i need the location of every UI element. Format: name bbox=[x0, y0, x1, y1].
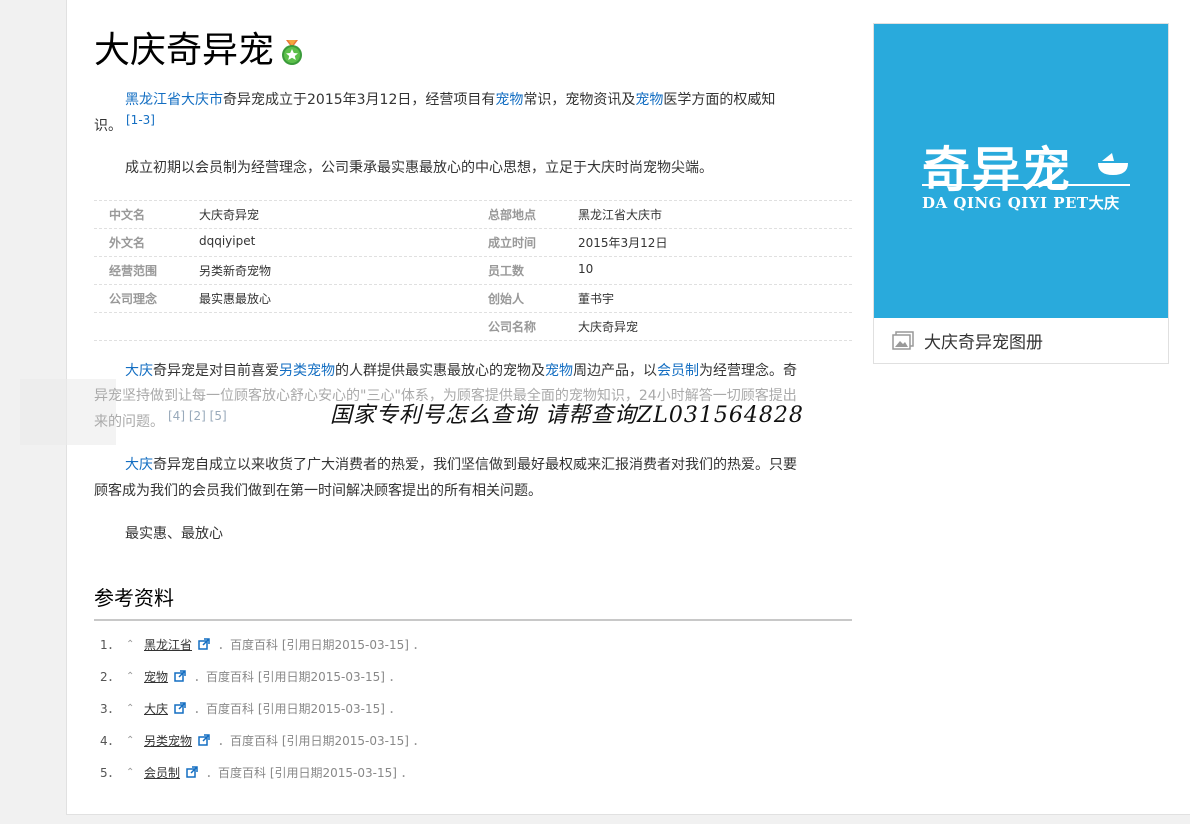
info-value: 最实惠最放心 bbox=[199, 292, 272, 306]
info-value: 董书宇 bbox=[578, 292, 615, 306]
reference-link[interactable]: 会员制 bbox=[144, 764, 180, 781]
info-key: 成立时间 bbox=[488, 236, 537, 250]
section-divider bbox=[94, 619, 852, 621]
info-key: 经营范围 bbox=[109, 264, 158, 278]
page-title: 大庆奇异宠 bbox=[94, 30, 275, 71]
link-daqing[interactable]: 大庆 bbox=[125, 363, 153, 379]
citation-5[interactable]: [5] bbox=[210, 409, 227, 423]
reference-item: 2． ⌃ 宠物 ．百度百科 [引用日期2015-03-15] ． bbox=[100, 668, 401, 685]
external-link-icon[interactable] bbox=[198, 638, 210, 650]
gallery-icon bbox=[892, 330, 914, 350]
reference-link[interactable]: 宠物 bbox=[144, 668, 168, 685]
logo-text: 奇异宠 bbox=[922, 142, 1073, 198]
info-key: 创始人 bbox=[488, 292, 525, 306]
link-membership[interactable]: 会员制 bbox=[657, 363, 699, 379]
external-link-icon[interactable] bbox=[174, 702, 186, 714]
jump-up-icon[interactable]: ⌃ bbox=[126, 703, 144, 714]
link-daqing-city[interactable]: 大庆市 bbox=[181, 92, 223, 108]
link-exotic-pet[interactable]: 另类宠物 bbox=[279, 363, 335, 379]
citation-2[interactable]: [2] bbox=[189, 409, 206, 423]
reference-item: 3． ⌃ 大庆 ．百度百科 [引用日期2015-03-15] ． bbox=[100, 700, 401, 717]
album-card[interactable]: 奇异宠 DA QING QIYI PET大庆 大庆奇异宠图册 bbox=[873, 23, 1169, 364]
citation-4[interactable]: [4] bbox=[168, 409, 185, 423]
reference-link[interactable]: 黑龙江省 bbox=[144, 636, 192, 653]
info-key: 公司理念 bbox=[109, 292, 158, 306]
paragraph-5: 最实惠、最放心 bbox=[125, 526, 223, 542]
jump-up-icon[interactable]: ⌃ bbox=[126, 639, 144, 650]
references-list: 1． ⌃ 黑龙江省 ．百度百科 [引用日期2015-03-15] ． 2． ⌃ … bbox=[94, 628, 852, 788]
paragraph-3: 大庆奇异宠是对目前喜爱另类宠物的人群提供最实惠最放心的宠物及宠物周边产品，以会员… bbox=[125, 363, 797, 379]
jump-up-icon[interactable]: ⌃ bbox=[126, 671, 144, 682]
info-key: 外文名 bbox=[109, 236, 146, 250]
info-row: 外文名 dqqiyipet 成立时间 2015年3月12日 bbox=[94, 229, 852, 257]
info-value: 2015年3月12日 bbox=[578, 236, 668, 250]
info-box: 中文名 大庆奇异宠 总部地点 黑龙江省大庆市 外文名 dqqiyipet 成立时间 20… bbox=[94, 200, 852, 341]
info-row: 公司理念 最实惠最放心 创始人 董书宇 bbox=[94, 285, 852, 313]
logo-subtext: DA QING QIYI PET大庆 bbox=[922, 194, 1120, 212]
info-value: dqqiyipet bbox=[199, 234, 256, 248]
link-heilongjiang[interactable]: 黑龙江省 bbox=[125, 92, 181, 108]
info-row: 公司名称 大庆奇异宠 bbox=[94, 313, 852, 341]
external-link-icon[interactable] bbox=[186, 766, 198, 778]
intro-paragraph: 黑龙江省大庆市奇异宠成立于2015年3月12日，经营项目有宠物常识，宠物资讯及宠… bbox=[94, 92, 776, 134]
reference-item: 4． ⌃ 另类宠物 ．百度百科 [引用日期2015-03-15] ． bbox=[100, 732, 425, 749]
handwritten-watermark: 国家专利号怎么查询 请帮查询ZL031564828 bbox=[330, 403, 804, 428]
reference-link[interactable]: 另类宠物 bbox=[144, 732, 192, 749]
link-pet-3[interactable]: 宠物 bbox=[545, 363, 573, 379]
reference-item: 1． ⌃ 黑龙江省 ．百度百科 [引用日期2015-03-15] ． bbox=[100, 636, 425, 653]
logo-divider bbox=[922, 184, 1130, 186]
info-value: 10 bbox=[578, 262, 594, 276]
info-key: 公司名称 bbox=[488, 320, 537, 334]
info-row: 经营范围 另类新奇宠物 员工数 10 bbox=[94, 257, 852, 285]
link-daqing-2[interactable]: 大庆 bbox=[125, 457, 153, 473]
info-value: 大庆奇异宠 bbox=[199, 208, 260, 222]
external-link-icon[interactable] bbox=[198, 734, 210, 746]
pet-bowl-icon bbox=[1098, 153, 1128, 175]
album-caption[interactable]: 大庆奇异宠图册 bbox=[874, 318, 1168, 363]
info-row: 中文名 大庆奇异宠 总部地点 黑龙江省大庆市 bbox=[94, 201, 852, 229]
info-key: 中文名 bbox=[109, 208, 146, 222]
info-value: 大庆奇异宠 bbox=[578, 320, 639, 334]
medal-badge-icon bbox=[282, 40, 302, 65]
reference-link[interactable]: 大庆 bbox=[144, 700, 168, 717]
info-value: 另类新奇宠物 bbox=[199, 264, 272, 278]
link-pet[interactable]: 宠物 bbox=[495, 92, 523, 108]
info-key: 总部地点 bbox=[488, 208, 537, 222]
reference-item: 5． ⌃ 会员制 ．百度百科 [引用日期2015-03-15] ． bbox=[100, 764, 413, 781]
album-image[interactable]: 奇异宠 DA QING QIYI PET大庆 bbox=[874, 24, 1168, 318]
jump-up-icon[interactable]: ⌃ bbox=[126, 735, 144, 746]
references-heading: 参考资料 bbox=[94, 586, 174, 610]
link-pet-2[interactable]: 宠物 bbox=[635, 92, 663, 108]
paragraph-2: 成立初期以会员制为经营理念，公司秉承最实惠最放心的中心思想，立足于大庆时尚宠物尖… bbox=[125, 160, 713, 176]
jump-up-icon[interactable]: ⌃ bbox=[126, 767, 144, 778]
album-caption-label: 大庆奇异宠图册 bbox=[924, 333, 1043, 353]
paragraph-4: 大庆奇异宠自成立以来收货了广大消费者的热爱，我们坚信做到最好最权威来汇报消费者对… bbox=[94, 457, 797, 499]
info-key: 员工数 bbox=[488, 264, 525, 278]
citation-1-3[interactable]: [1-3] bbox=[126, 113, 155, 127]
info-value: 黑龙江省大庆市 bbox=[578, 208, 663, 222]
external-link-icon[interactable] bbox=[174, 670, 186, 682]
